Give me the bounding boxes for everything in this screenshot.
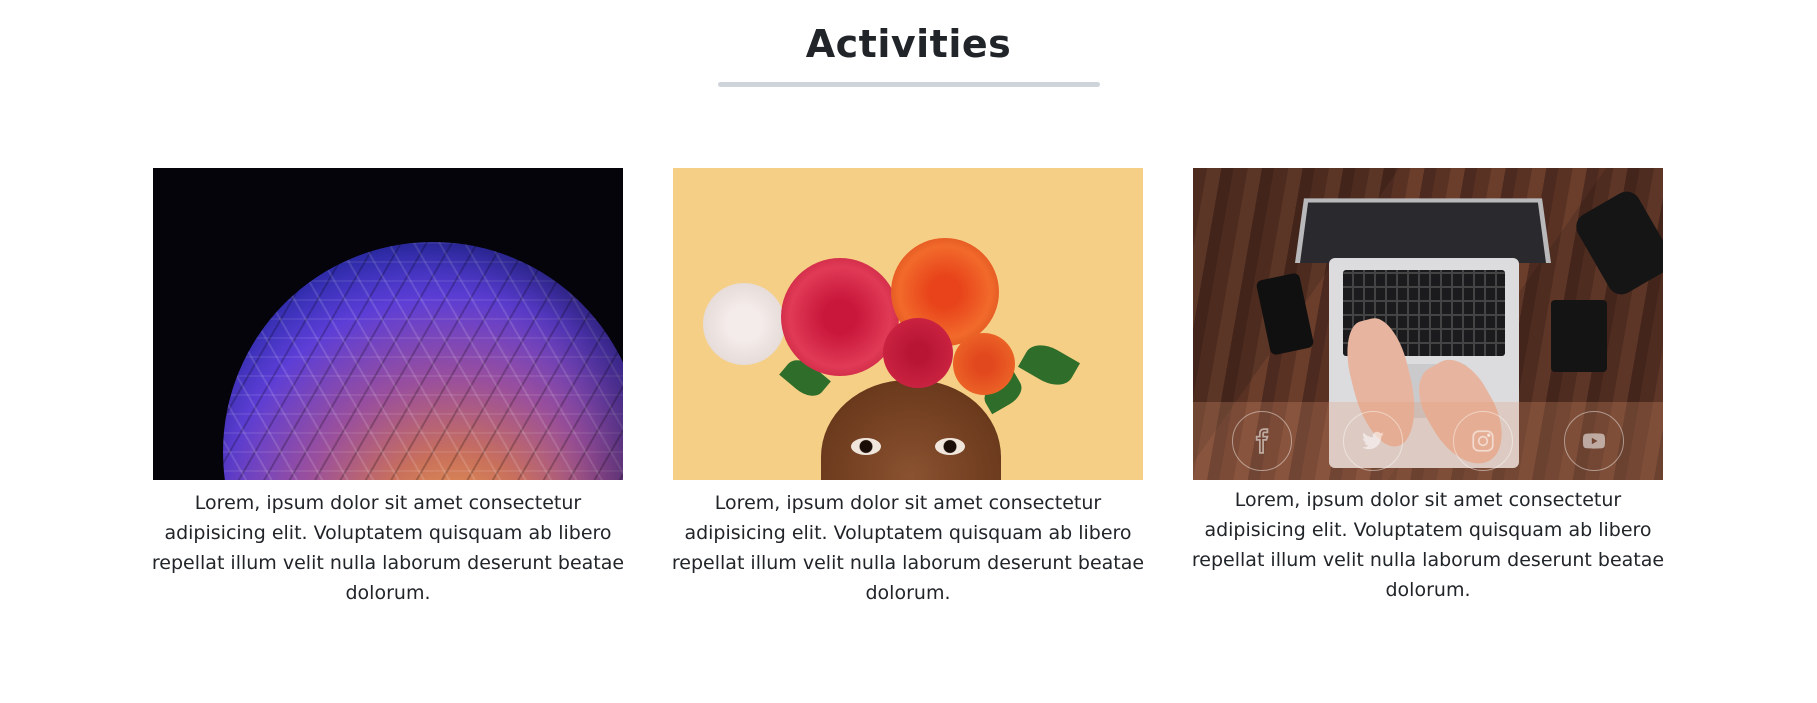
activity-card-3: Lorem, ipsum dolor sit amet consectetur … bbox=[1189, 168, 1667, 605]
eye-left bbox=[851, 438, 881, 455]
laptop-screen bbox=[1295, 198, 1551, 263]
camera-shape bbox=[1571, 186, 1663, 300]
activity-description: Lorem, ipsum dolor sit amet consectetur … bbox=[671, 492, 1145, 604]
activities-page: Activities Lorem, ipsum dolor sit amet c… bbox=[0, 0, 1817, 703]
sphere-shape bbox=[223, 242, 623, 480]
orange-flower-small bbox=[953, 333, 1015, 395]
instagram-icon[interactable] bbox=[1453, 411, 1514, 471]
activity-description: Lorem, ipsum dolor sit amet consectetur … bbox=[1191, 489, 1665, 601]
social-icon-bar bbox=[1193, 402, 1663, 480]
white-flower bbox=[703, 283, 785, 365]
activity-image-sphere bbox=[153, 168, 623, 480]
activity-card-2: Lorem, ipsum dolor sit amet consectetur … bbox=[669, 168, 1147, 608]
red-flower bbox=[781, 258, 899, 376]
facebook-icon[interactable] bbox=[1232, 411, 1293, 471]
wallet-shape bbox=[1551, 300, 1607, 372]
activity-image-flower-crown bbox=[673, 168, 1143, 480]
activity-image-laptop bbox=[1193, 168, 1663, 480]
face-shape bbox=[821, 380, 1001, 480]
leaf bbox=[1017, 337, 1081, 393]
red-flower-small bbox=[883, 318, 953, 388]
title-underline bbox=[718, 82, 1100, 87]
activity-card-1: Lorem, ipsum dolor sit amet consectetur … bbox=[149, 168, 627, 608]
twitter-icon[interactable] bbox=[1342, 411, 1403, 471]
activity-description: Lorem, ipsum dolor sit amet consectetur … bbox=[151, 492, 625, 604]
phone-shape bbox=[1255, 272, 1315, 356]
youtube-icon[interactable] bbox=[1563, 411, 1624, 471]
eye-right bbox=[935, 438, 965, 455]
section-title: Activities bbox=[805, 22, 1012, 66]
